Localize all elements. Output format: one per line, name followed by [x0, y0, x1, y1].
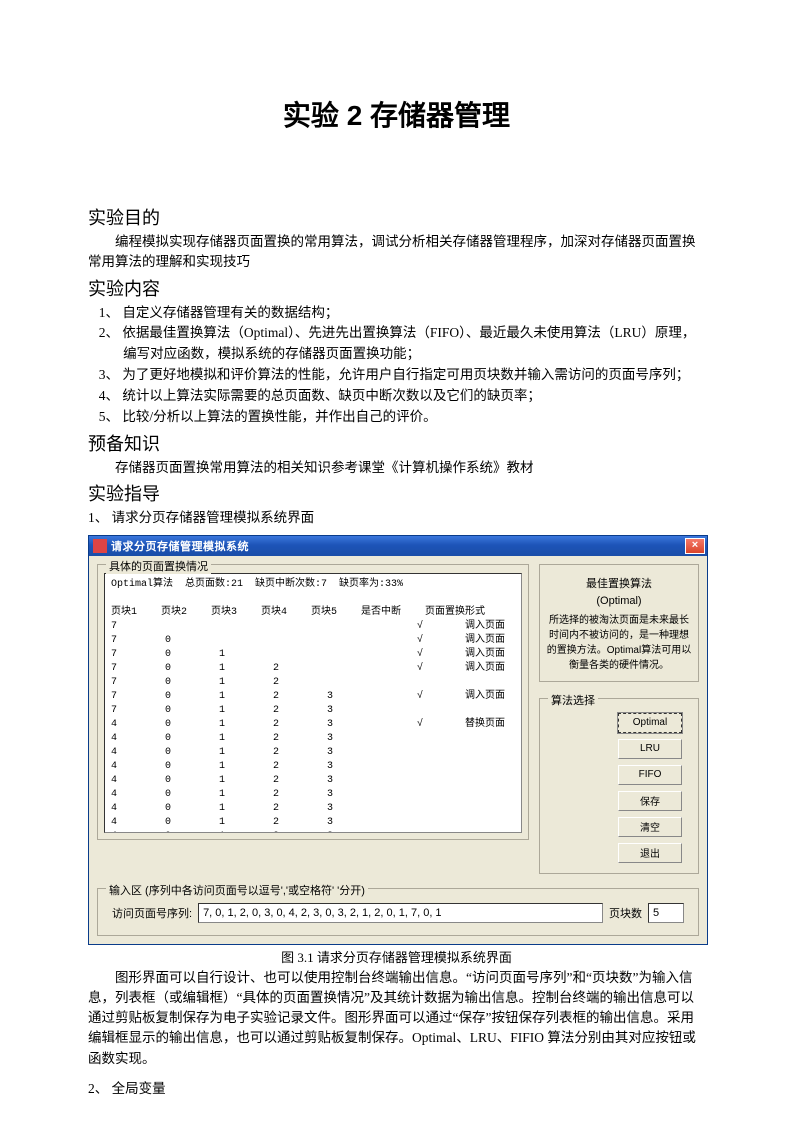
section-content-heading: 实验内容 [88, 275, 705, 301]
algorithm-info-groupbox: 最佳置换算法 (Optimal) 所选择的被淘汰页面是未来最长时间内不被访问的，… [539, 564, 699, 682]
document-page: 实验 2 存储器管理 实验目的 编程模拟实现存储器页面置换的常用算法，调试分析相… [0, 0, 793, 1141]
fifo-button[interactable]: FIFO [618, 765, 682, 785]
content-item: 4、 统计以上算法实际需要的总页面数、缺页中断次数以及它们的缺页率； [88, 386, 705, 407]
simulation-listbox[interactable]: Optimal算法 总页面数:21 缺页中断次数:7 缺页率为:33% 页块1 … [104, 573, 522, 833]
section-guide-heading: 实验指导 [88, 480, 705, 506]
blocks-label: 页块数 [609, 905, 642, 921]
lru-button[interactable]: LRU [618, 739, 682, 759]
guide-item-2: 2、 全局变量 [88, 1079, 705, 1099]
section-prereq-text: 存储器页面置换常用算法的相关知识参考课堂《计算机操作系统》教材 [88, 458, 705, 478]
content-list: 1、 自定义存储器管理有关的数据结构； 2、 依据最佳置换算法（Optimal）… [88, 303, 705, 429]
algo-subtitle: (Optimal) [546, 595, 692, 607]
window-body: 具体的页面置换情况 Optimal算法 总页面数:21 缺页中断次数:7 缺页率… [89, 556, 707, 888]
input-row: 访问页面号序列: 7, 0, 1, 2, 0, 3, 0, 4, 2, 3, 0… [104, 897, 692, 929]
clear-button[interactable]: 清空 [618, 817, 682, 837]
page-title: 实验 2 存储器管理 [88, 94, 705, 134]
content-item: 5、 比较/分析以上算法的置换性能，并作出自己的评价。 [88, 407, 705, 428]
optimal-button[interactable]: Optimal [618, 713, 682, 733]
close-icon[interactable]: × [685, 538, 705, 554]
content-item: 1、 自定义存储器管理有关的数据结构； [88, 303, 705, 324]
window-title: 请求分页存储管理模拟系统 [111, 538, 685, 554]
right-panel: 最佳置换算法 (Optimal) 所选择的被淘汰页面是未来最长时间内不被访问的，… [539, 564, 699, 880]
simulation-legend: 具体的页面置换情况 [106, 558, 211, 574]
titlebar[interactable]: 请求分页存储管理模拟系统 × [89, 536, 707, 556]
input-groupbox: 输入区 (序列中各访问页面号以逗号','或空格符' '分开) 访问页面号序列: … [97, 888, 699, 936]
content-item: 2、 依据最佳置换算法（Optimal）、先进先出置换算法（FIFO）、最近最久… [88, 323, 705, 365]
left-panel: 具体的页面置换情况 Optimal算法 总页面数:21 缺页中断次数:7 缺页率… [97, 564, 529, 880]
algo-title: 最佳置换算法 [546, 575, 692, 591]
section-goal-text: 编程模拟实现存储器页面置换的常用算法，调试分析相关存储器管理程序，加深对存储器页… [88, 232, 705, 273]
algorithm-select-legend: 算法选择 [548, 692, 598, 708]
blocks-input[interactable]: 5 [648, 903, 684, 923]
algorithm-select-groupbox: 算法选择 Optimal LRU FIFO 保存 清空 退出 [539, 698, 699, 874]
guide-item-1: 1、 请求分页存储器管理模拟系统界面 [88, 508, 705, 528]
content-item: 3、 为了更好地模拟和评价算法的性能，允许用户自行指定可用页块数并输入需访问的页… [88, 365, 705, 386]
app-window: 请求分页存储管理模拟系统 × 具体的页面置换情况 Optimal算法 总页面数:… [88, 535, 708, 945]
app-icon [93, 539, 107, 553]
simulation-groupbox: 具体的页面置换情况 Optimal算法 总页面数:21 缺页中断次数:7 缺页率… [97, 564, 529, 840]
sequence-input[interactable]: 7, 0, 1, 2, 0, 3, 0, 4, 2, 3, 0, 3, 2, 1… [198, 903, 603, 923]
save-button[interactable]: 保存 [618, 791, 682, 811]
section-prereq-heading: 预备知识 [88, 430, 705, 456]
sequence-label: 访问页面号序列: [112, 905, 192, 921]
section-goal-heading: 实验目的 [88, 204, 705, 230]
exit-button[interactable]: 退出 [618, 843, 682, 863]
button-column: Optimal LRU FIFO 保存 清空 退出 [546, 707, 692, 867]
algo-description: 所选择的被淘汰页面是未来最长时间内不被访问的，是一种理想的置换方法。Optima… [546, 611, 692, 671]
guide-paragraph: 图形界面可以自行设计、也可以使用控制台终端输出信息。“访问页面号序列”和“页块数… [88, 968, 705, 1069]
figure-caption: 图 3.1 请求分页存储器管理模拟系统界面 [88, 947, 705, 966]
input-legend: 输入区 (序列中各访问页面号以逗号','或空格符' '分开) [106, 882, 368, 898]
